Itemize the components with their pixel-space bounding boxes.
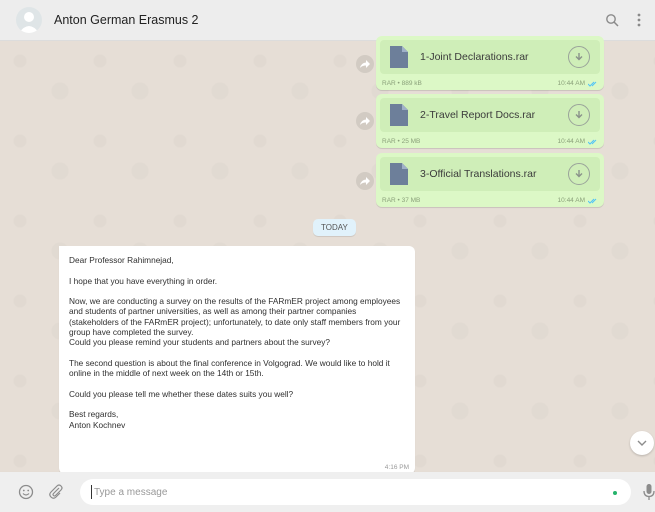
message-input[interactable] bbox=[92, 485, 596, 499]
message-time: 10:44 AM bbox=[558, 80, 598, 87]
file-icon bbox=[390, 104, 408, 126]
file-name: 3-Official Translations.rar bbox=[420, 168, 537, 180]
emoji-icon[interactable] bbox=[18, 484, 34, 500]
download-icon[interactable] bbox=[568, 46, 590, 68]
message-paragraph: I hope that you have everything in order… bbox=[69, 275, 218, 286]
composer-bar bbox=[0, 472, 655, 512]
read-ticks-icon bbox=[588, 81, 597, 87]
file-name: 1-Joint Declarations.rar bbox=[420, 51, 529, 63]
message-time: 10:44 AM bbox=[558, 197, 598, 204]
menu-icon[interactable] bbox=[637, 13, 641, 27]
message-greeting: Dear Professor Rahimnejad, bbox=[69, 255, 174, 265]
message-time: 10:44 AM bbox=[558, 138, 598, 145]
avatar[interactable] bbox=[16, 7, 42, 33]
file-icon bbox=[390, 163, 408, 185]
message-signoff: Best regards, Anton Kochnev bbox=[69, 409, 126, 430]
forward-icon[interactable] bbox=[356, 55, 374, 73]
read-ticks-icon bbox=[588, 139, 597, 145]
download-icon[interactable] bbox=[568, 104, 590, 126]
chat-title[interactable]: Anton German Erasmus 2 bbox=[54, 13, 199, 27]
scroll-down-button[interactable] bbox=[630, 431, 654, 455]
microphone-icon[interactable] bbox=[643, 483, 655, 501]
incoming-message[interactable]: Dear Professor Rahimnejad, I hope that y… bbox=[59, 246, 415, 474]
message-input-box[interactable] bbox=[80, 479, 631, 505]
message-paragraph: Could you please tell me whether these d… bbox=[69, 388, 294, 399]
file-name: 2-Travel Report Docs.rar bbox=[420, 109, 536, 121]
read-ticks-icon bbox=[588, 198, 597, 204]
chat-header: Anton German Erasmus 2 bbox=[0, 0, 655, 41]
forward-icon[interactable] bbox=[356, 172, 374, 190]
chat-panel[interactable]: 1-Joint Declarations.rar RAR • 889 kB 10… bbox=[0, 36, 655, 474]
file-message[interactable]: 2-Travel Report Docs.rar RAR • 25 MB 10:… bbox=[376, 94, 604, 148]
date-divider: TODAY bbox=[313, 219, 356, 236]
download-icon[interactable] bbox=[568, 163, 590, 185]
file-meta: RAR • 37 MB bbox=[382, 197, 421, 204]
text-caret bbox=[91, 485, 92, 499]
file-meta: RAR • 889 kB bbox=[382, 80, 422, 87]
file-icon bbox=[390, 46, 408, 68]
message-paragraph: Now, we are conducting a survey on the r… bbox=[69, 296, 401, 348]
message-paragraph: The second question is about the final c… bbox=[69, 357, 390, 379]
file-meta: RAR • 25 MB bbox=[382, 138, 421, 145]
attach-icon[interactable] bbox=[48, 484, 64, 500]
file-message[interactable]: 1-Joint Declarations.rar RAR • 889 kB 10… bbox=[376, 36, 604, 90]
message-time: 4:16 PM bbox=[384, 464, 409, 471]
status-dot bbox=[613, 491, 617, 495]
search-icon[interactable] bbox=[605, 13, 619, 27]
forward-icon[interactable] bbox=[356, 112, 374, 130]
file-message[interactable]: 3-Official Translations.rar RAR • 37 MB … bbox=[376, 153, 604, 207]
chevron-down-icon bbox=[637, 440, 647, 446]
message-text: Dear Professor Rahimnejad, I hope that y… bbox=[69, 255, 407, 440]
